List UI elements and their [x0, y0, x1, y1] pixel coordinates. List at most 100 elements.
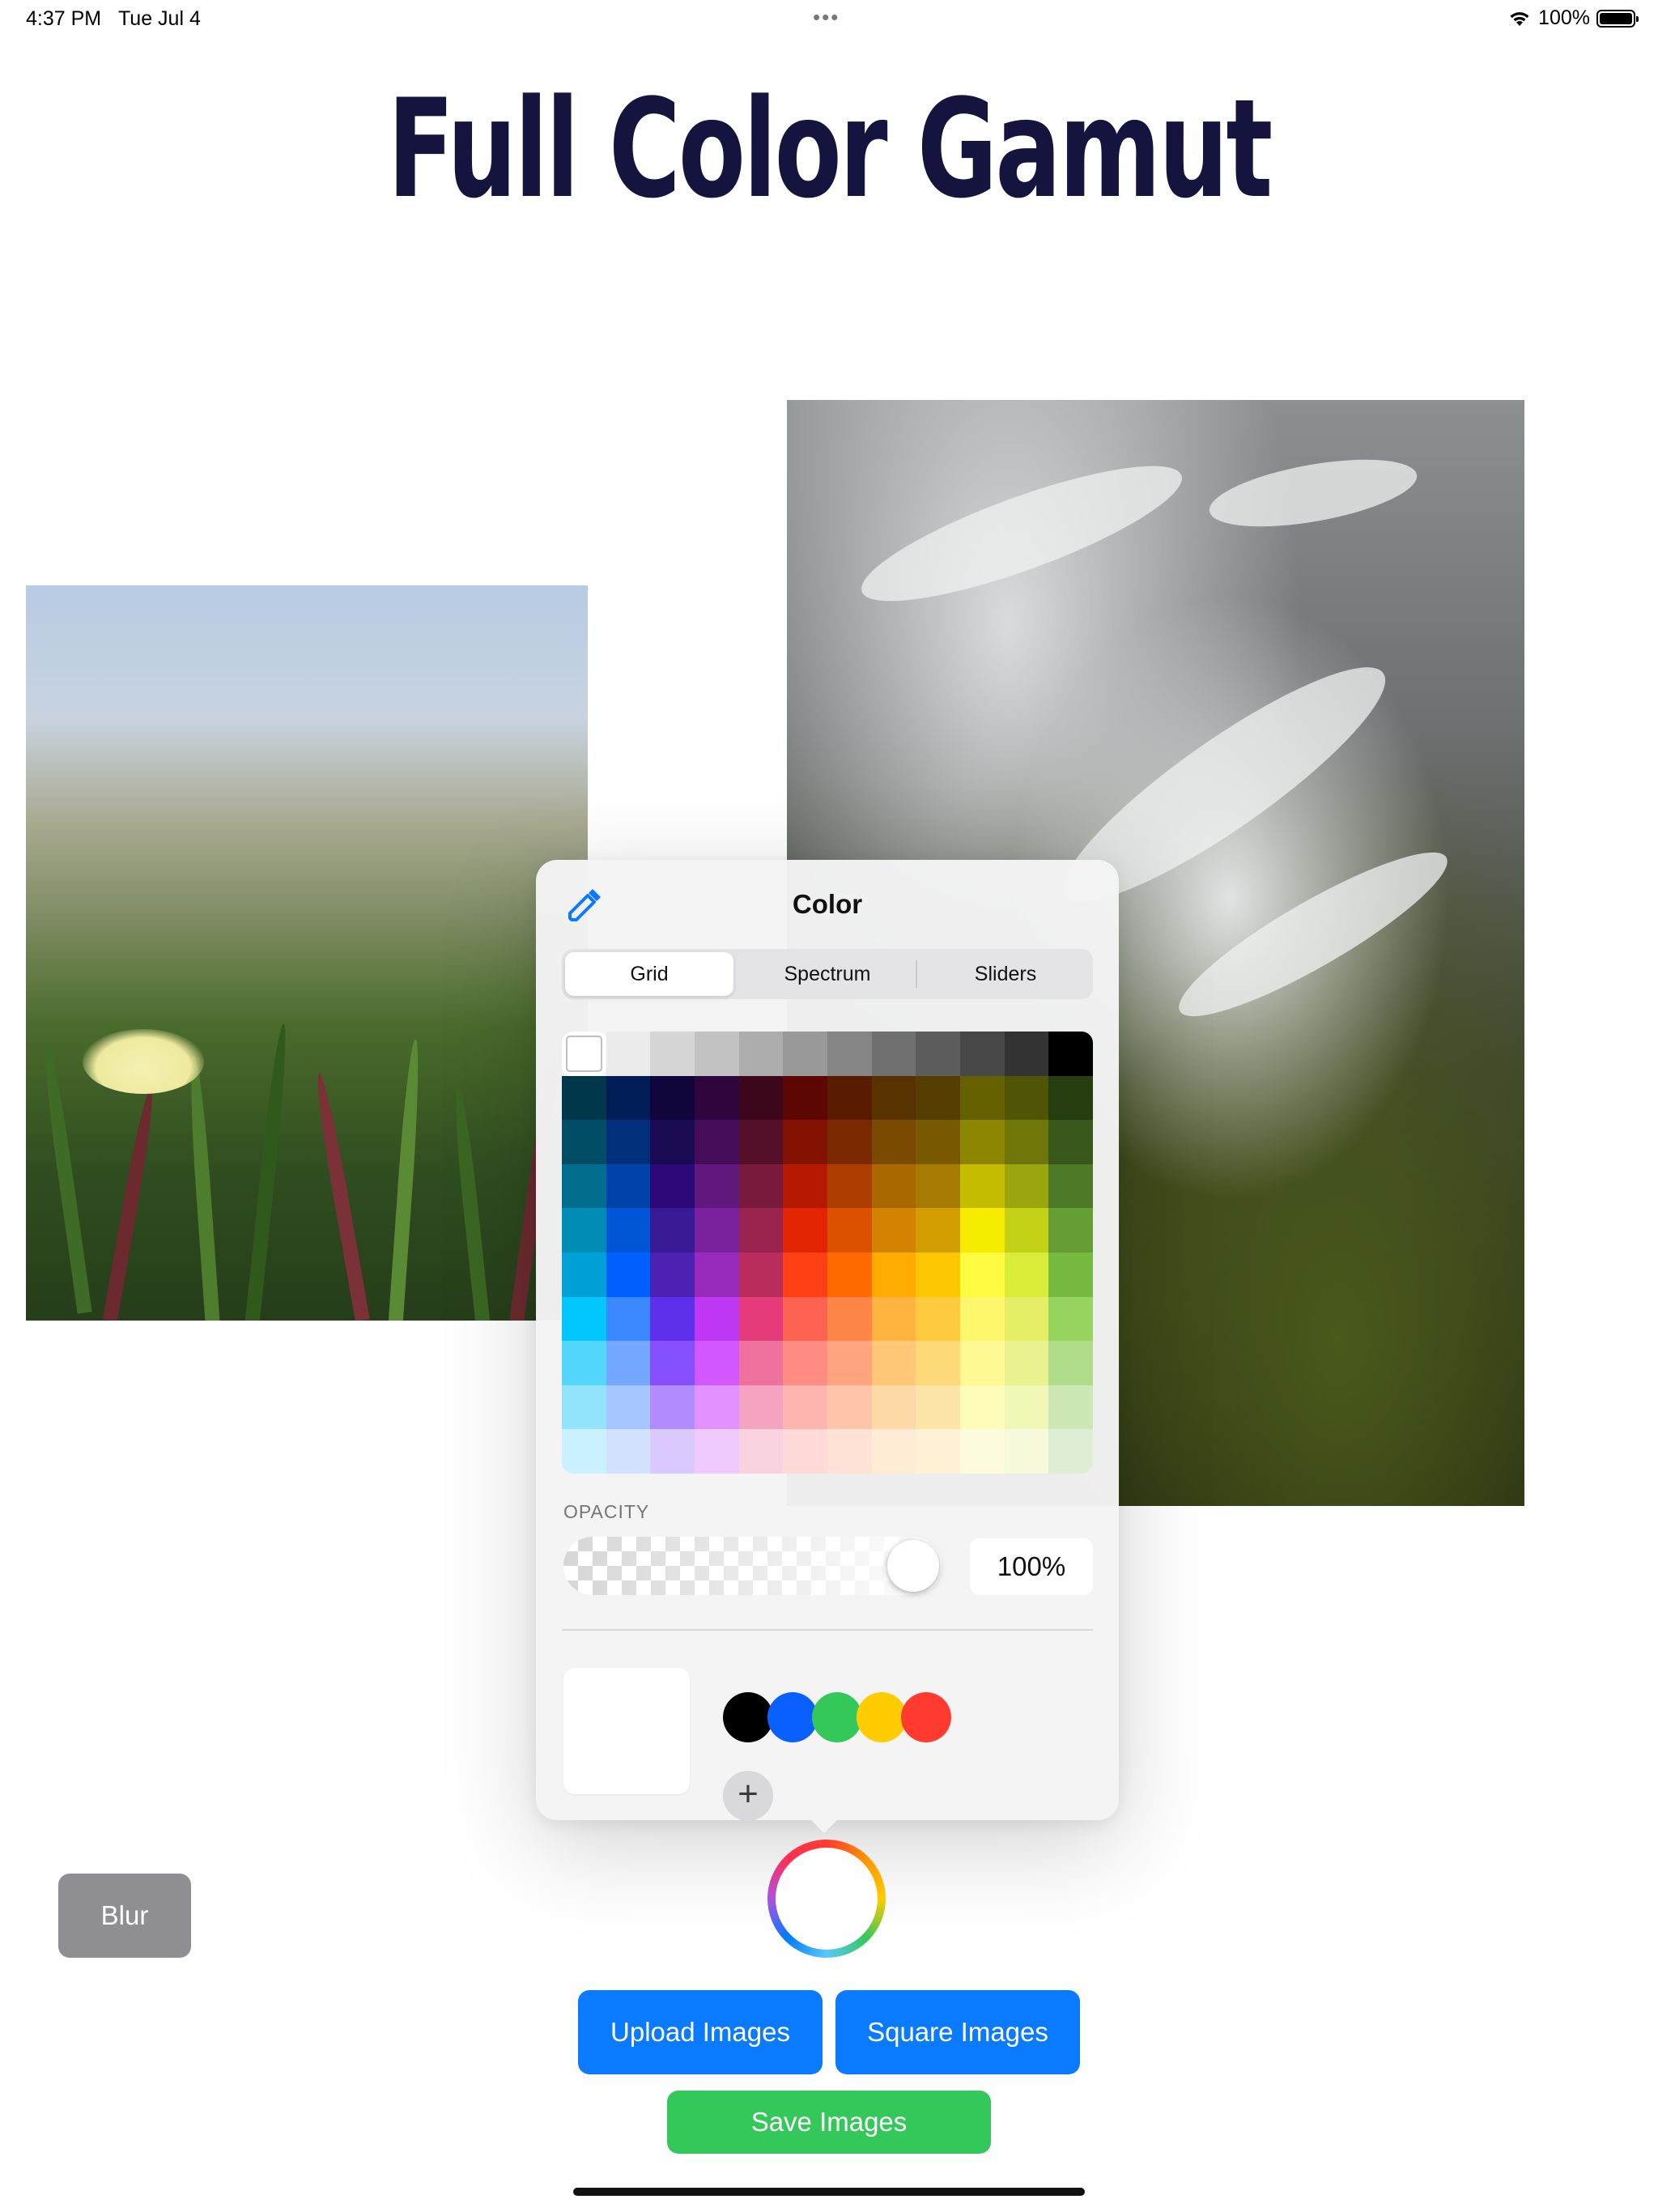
color-grid-cell[interactable] [650, 1429, 695, 1474]
color-grid-cell[interactable] [1004, 1252, 1049, 1297]
color-grid-cell[interactable] [738, 1385, 784, 1430]
color-grid-cell[interactable] [960, 1075, 1005, 1121]
color-grid-cell[interactable] [827, 1341, 872, 1385]
color-grid-cell[interactable] [738, 1120, 784, 1164]
favorite-color-green[interactable] [812, 1692, 862, 1742]
color-grid-cell[interactable] [916, 1296, 961, 1342]
color-grid-cell[interactable] [650, 1252, 695, 1297]
color-grid-cell[interactable] [871, 1385, 916, 1430]
color-grid-cell[interactable] [960, 1032, 1005, 1076]
color-grid-cell[interactable] [1004, 1296, 1049, 1342]
color-grid-cell[interactable] [783, 1296, 828, 1342]
color-grid-cell[interactable] [960, 1252, 1005, 1297]
save-images-button[interactable]: Save Images [667, 2091, 991, 2154]
color-grid-cell[interactable] [916, 1163, 961, 1209]
color-grid-cell[interactable] [1048, 1075, 1093, 1121]
favorite-color-black[interactable] [723, 1692, 773, 1742]
favorite-color-blue[interactable] [767, 1692, 818, 1742]
color-grid-cell[interactable] [960, 1429, 1005, 1474]
color-grid-cell[interactable] [562, 1163, 606, 1209]
color-grid-cell[interactable] [1004, 1429, 1049, 1474]
tab-grid[interactable]: Grid [565, 952, 733, 996]
color-grid-cell[interactable] [606, 1385, 651, 1430]
color-grid-cell[interactable] [827, 1429, 872, 1474]
color-grid-cell[interactable] [783, 1120, 828, 1164]
color-grid-cell[interactable] [916, 1208, 961, 1253]
color-grid-cell[interactable] [960, 1120, 1005, 1164]
color-grid-cell[interactable] [695, 1208, 739, 1253]
color-grid-cell[interactable] [738, 1296, 784, 1342]
color-grid-cell[interactable] [960, 1385, 1005, 1430]
color-grid-cell[interactable] [871, 1252, 916, 1297]
opacity-value-field[interactable]: 100% [970, 1538, 1093, 1595]
color-grid-cell[interactable] [783, 1341, 828, 1385]
color-well-button[interactable] [767, 1840, 886, 1958]
color-grid-cell[interactable] [916, 1341, 961, 1385]
color-grid-cell[interactable] [827, 1075, 872, 1121]
color-grid-cell[interactable] [1048, 1208, 1093, 1253]
color-grid-cell[interactable] [1048, 1120, 1093, 1164]
color-grid-cell[interactable] [738, 1032, 784, 1076]
color-grid-cell[interactable] [1004, 1208, 1049, 1253]
color-grid-cell[interactable] [916, 1075, 961, 1121]
color-grid-cell[interactable] [562, 1385, 606, 1430]
color-grid-cell[interactable] [738, 1075, 784, 1121]
upload-images-button[interactable]: Upload Images [578, 1990, 823, 2074]
color-grid-cell[interactable] [1004, 1385, 1049, 1430]
color-grid-cell[interactable] [562, 1252, 606, 1297]
color-grid-cell[interactable] [650, 1075, 695, 1121]
color-grid-cell[interactable] [562, 1075, 606, 1121]
color-grid-cell[interactable] [916, 1429, 961, 1474]
color-grid-cell[interactable] [650, 1385, 695, 1430]
color-grid-cell[interactable] [1004, 1120, 1049, 1164]
color-grid-cell[interactable] [738, 1341, 784, 1385]
color-grid-cell[interactable] [916, 1385, 961, 1430]
color-grid-cell[interactable] [606, 1208, 651, 1253]
color-grid-cell[interactable] [650, 1120, 695, 1164]
color-grid-cell[interactable] [871, 1032, 916, 1076]
color-grid-cell[interactable] [871, 1075, 916, 1121]
favorite-color-yellow[interactable] [857, 1692, 907, 1742]
color-grid-cell[interactable] [695, 1120, 739, 1164]
color-grid-cell[interactable] [606, 1120, 651, 1164]
color-grid-cell[interactable] [695, 1341, 739, 1385]
color-grid-cell[interactable] [783, 1032, 828, 1076]
color-grid-cell[interactable] [871, 1120, 916, 1164]
favorite-color-red[interactable] [901, 1692, 951, 1742]
color-grid-cell[interactable] [1004, 1032, 1049, 1076]
color-grid-cell[interactable] [606, 1163, 651, 1209]
color-grid-cell[interactable] [695, 1252, 739, 1297]
color-grid-cell[interactable] [783, 1208, 828, 1253]
color-grid-cell[interactable] [827, 1296, 872, 1342]
color-grid-cell[interactable] [606, 1341, 651, 1385]
color-grid-cell[interactable] [827, 1120, 872, 1164]
color-grid-cell[interactable] [1048, 1032, 1093, 1076]
opacity-slider[interactable] [563, 1537, 942, 1595]
color-grid-cell[interactable] [695, 1429, 739, 1474]
color-grid-cell[interactable] [695, 1385, 739, 1430]
color-grid-cell[interactable] [916, 1120, 961, 1164]
color-grid-cell[interactable] [562, 1341, 606, 1385]
color-grid-cell[interactable] [695, 1075, 739, 1121]
color-grid-cell[interactable] [1004, 1341, 1049, 1385]
color-grid-cell[interactable] [783, 1429, 828, 1474]
color-grid-cell[interactable] [827, 1163, 872, 1209]
color-grid-cell[interactable] [783, 1163, 828, 1209]
color-grid-cell[interactable] [871, 1341, 916, 1385]
color-grid-cell[interactable] [1048, 1296, 1093, 1342]
color-grid-cell[interactable] [650, 1341, 695, 1385]
color-grid-cell[interactable] [960, 1341, 1005, 1385]
color-grid-cell[interactable] [1048, 1252, 1093, 1297]
home-indicator[interactable] [573, 2188, 1085, 2196]
tab-sliders[interactable]: Sliders [921, 952, 1090, 996]
color-grid-cell[interactable] [738, 1429, 784, 1474]
color-grid-cell[interactable] [738, 1163, 784, 1209]
multitasking-dots[interactable]: ••• [813, 5, 840, 30]
color-grid-cell[interactable] [650, 1208, 695, 1253]
color-grid-cell[interactable] [738, 1252, 784, 1297]
color-grid-cell[interactable] [606, 1032, 651, 1076]
color-grid-cell[interactable] [562, 1208, 606, 1253]
color-grid-cell[interactable] [783, 1075, 828, 1121]
color-grid-cell[interactable] [606, 1429, 651, 1474]
color-grid-cell[interactable] [562, 1120, 606, 1164]
